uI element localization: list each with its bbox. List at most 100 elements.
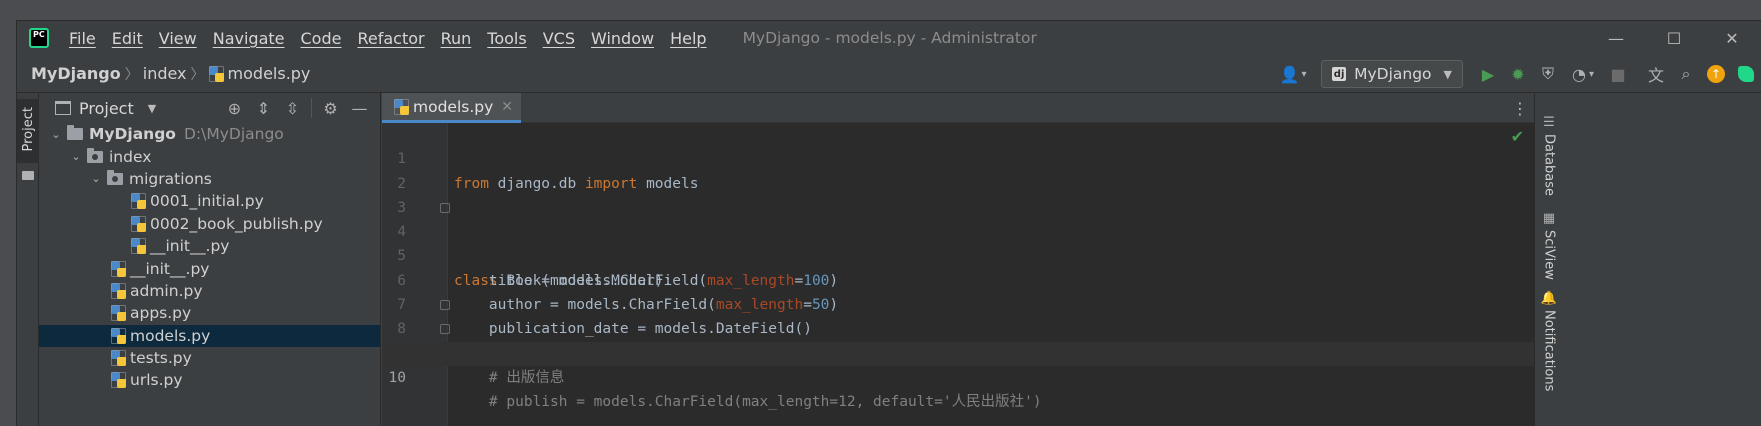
chevron-down-icon[interactable]: ⌄ — [89, 172, 103, 185]
menu-run[interactable]: Run — [433, 29, 480, 48]
sciview-icon: ▦ — [1542, 211, 1556, 226]
profile-icon[interactable]: ◔ ▾ — [1563, 59, 1603, 89]
fold-marker-icon[interactable] — [440, 202, 450, 213]
tree-item-file-selected[interactable]: models.py — [39, 324, 380, 347]
tree-item-file[interactable]: urls.py — [39, 369, 380, 391]
chevron-down-icon: ▼ — [1443, 67, 1452, 81]
menu-tools[interactable]: Tools — [479, 29, 534, 48]
code-line[interactable]: 3 — [382, 172, 1534, 216]
tree-item-file[interactable]: 0001_initial.py — [39, 190, 380, 212]
run-configuration-label: MyDjango — [1354, 65, 1432, 83]
menu-code[interactable]: Code — [293, 29, 350, 48]
fold-marker-icon[interactable] — [440, 324, 450, 335]
tree-item-file[interactable]: apps.py — [39, 302, 380, 324]
notifications-tool-tab[interactable]: 🔔 Notifications — [1535, 291, 1563, 391]
tree-item-index[interactable]: ⌄ index — [39, 145, 380, 167]
tree-item-path: D:\MyDjango — [183, 125, 284, 144]
menu-vcs[interactable]: VCS — [535, 29, 583, 48]
menu-view[interactable]: View — [151, 29, 205, 48]
sciview-tool-label: SciView — [1541, 230, 1557, 280]
project-tool-tab-label: Project — [21, 107, 36, 152]
line-number: 10 — [388, 369, 406, 386]
tree-item-file[interactable]: 0002_book_publish.py — [39, 213, 380, 235]
tree-item-label: MyDjango — [89, 125, 176, 144]
database-icon: ☰ — [1543, 115, 1555, 130]
locate-file-icon[interactable]: ⊕ — [220, 99, 249, 118]
coverage-icon[interactable]: ⛨ — [1533, 59, 1563, 89]
project-view-select[interactable]: Project ▼ — [55, 99, 156, 118]
gear-icon[interactable]: ⚙ — [316, 99, 345, 118]
tree-item-file[interactable]: __init__.py — [39, 235, 380, 257]
window-controls: — ☐ ✕ — [1587, 21, 1761, 55]
code-line[interactable]: 4 class Book(models.Model): — [382, 196, 1534, 289]
menu-edit[interactable]: Edit — [104, 29, 151, 48]
update-icon[interactable]: ↑ — [1701, 59, 1731, 89]
minimize-button[interactable]: — — [1587, 21, 1645, 55]
tree-item-file[interactable]: admin.py — [39, 280, 380, 302]
sciview-tool-tab[interactable]: ▦ SciView — [1535, 211, 1563, 280]
tree-item-label: index — [109, 147, 152, 166]
run-configuration-select[interactable]: dj MyDjango ▼ — [1321, 60, 1463, 88]
tree-item-label: 0002_book_publish.py — [150, 214, 323, 233]
main-menu: File Edit View Navigate Code Refactor Ru… — [61, 29, 715, 48]
code-line[interactable]: 7 publication_date = models.DateField() — [382, 269, 1534, 337]
tree-item-label: urls.py — [130, 371, 183, 390]
title-bar: PC File Edit View Navigate Code Refactor… — [17, 21, 1761, 55]
menu-navigate[interactable]: Navigate — [205, 29, 293, 48]
navigation-bar: MyDjango 〉 index 〉 models.py 👤 ▾ dj MyDja… — [17, 55, 1761, 93]
python-file-icon — [111, 282, 126, 299]
collapse-all-icon[interactable]: ⇳ — [278, 99, 307, 118]
code-line[interactable]: 8 # 出版信息 — [382, 293, 1534, 386]
code-line[interactable]: 2 — [382, 147, 1534, 192]
menu-refactor[interactable]: Refactor — [349, 29, 432, 48]
project-tool-tab[interactable]: Project — [17, 99, 39, 163]
close-button[interactable]: ✕ — [1703, 21, 1761, 55]
database-tool-label: Database — [1541, 134, 1557, 197]
menu-help[interactable]: Help — [662, 29, 714, 48]
code-line-current[interactable]: 10 — [382, 341, 1534, 386]
tree-item-label: __init__.py — [130, 259, 210, 278]
code-line[interactable]: 1 from django.db import models — [382, 123, 1534, 191]
database-tool-tab[interactable]: ☰ Database — [1535, 115, 1563, 196]
chevron-down-icon[interactable]: ⌄ — [69, 150, 83, 163]
project-panel: Project ▼ ⊕ ⇕ ⇳ ⚙ — ⌄ MyDjango D:\MyDjan… — [39, 93, 381, 426]
python-file-icon — [131, 193, 146, 210]
breadcrumb-folder[interactable]: index — [143, 64, 187, 83]
editor-tab-models[interactable]: models.py ✕ — [382, 93, 522, 123]
breadcrumb-file[interactable]: models.py — [208, 64, 310, 83]
tree-item-file[interactable]: tests.py — [39, 347, 380, 369]
fold-marker-icon[interactable] — [440, 300, 450, 311]
chevron-down-icon[interactable]: ⌄ — [49, 128, 63, 141]
menu-window[interactable]: Window — [583, 29, 662, 48]
code-area[interactable]: ✔ 1 from django.db import models 2 3 4 c… — [382, 123, 1534, 426]
python-file-icon — [111, 372, 126, 389]
debug-icon[interactable]: ✹ — [1503, 59, 1533, 89]
stop-icon[interactable]: ■ — [1603, 59, 1633, 89]
tree-item-root[interactable]: ⌄ MyDjango D:\MyDjango — [39, 123, 380, 145]
window-icon — [55, 101, 71, 115]
jetbrains-logo-icon[interactable] — [1731, 59, 1761, 89]
expand-all-icon[interactable]: ⇕ — [249, 99, 278, 118]
python-file-icon — [394, 98, 409, 115]
code-comment: # publish = models.CharField(max_length=… — [454, 394, 1042, 411]
chevron-down-icon: ▼ — [147, 101, 157, 115]
breadcrumb-project[interactable]: MyDjango — [31, 64, 121, 83]
code-line[interactable]: 6 author = models.CharField(max_length=5… — [382, 244, 1534, 313]
python-file-icon — [131, 238, 146, 255]
tree-item-migrations[interactable]: ⌄ migrations — [39, 168, 380, 190]
close-tab-icon[interactable]: ✕ — [501, 99, 513, 115]
search-icon[interactable]: ⌕ — [1671, 59, 1701, 89]
more-options-icon[interactable]: ⋮ — [1510, 93, 1530, 123]
tree-item-file[interactable]: __init__.py — [39, 257, 380, 279]
maximize-button[interactable]: ☐ — [1645, 21, 1703, 55]
hide-panel-icon[interactable]: — — [345, 99, 374, 118]
python-file-icon — [131, 215, 146, 232]
user-account-icon[interactable]: 👤 ▾ — [1273, 59, 1313, 89]
run-icon[interactable]: ▶ — [1473, 59, 1503, 89]
left-tool-strip: Project — [17, 93, 39, 426]
code-line[interactable]: 5 title = models.CharField(max_length=10… — [382, 220, 1534, 288]
breadcrumb-separator-icon: 〉 — [190, 66, 205, 83]
menu-file[interactable]: File — [61, 29, 104, 48]
translate-icon[interactable]: 文 — [1641, 59, 1671, 89]
code-line[interactable]: 9 # publish = models.CharField(max_lengt… — [382, 317, 1534, 410]
